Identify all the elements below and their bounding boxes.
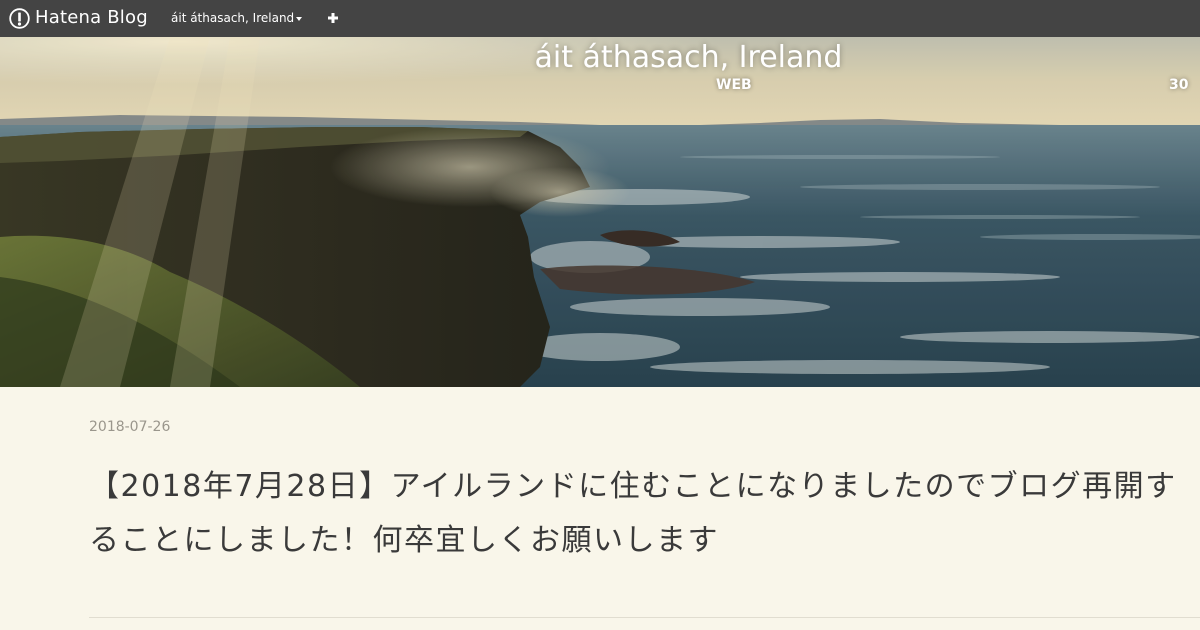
brand-name: Hatena Blog	[35, 7, 148, 28]
plus-icon[interactable]	[325, 9, 341, 27]
blog-header-image: áit áthasach, Ireland WEB 30	[0, 37, 1200, 387]
entry-date[interactable]: 2018-07-26	[89, 419, 170, 435]
blog-title[interactable]: áit áthasach, Ireland	[0, 37, 1200, 79]
entry-divider	[89, 617, 1200, 618]
entry-title[interactable]: 【2018年7月28日】アイルランドに住むことになりましたのでブログ再開すること…	[89, 460, 1200, 568]
blog-switcher-menu[interactable]: áit áthasach, Ireland	[171, 10, 303, 27]
header-corner-text: 30	[1169, 77, 1189, 93]
blog-switcher-label: áit áthasach, Ireland	[171, 11, 295, 25]
blog-description: WEB	[716, 77, 752, 93]
caret-down-icon	[296, 17, 303, 21]
hatena-blog-brand[interactable]: Hatena Blog	[9, 6, 148, 30]
hatena-pen-icon	[9, 7, 30, 29]
cliff-seascape-image	[0, 37, 1200, 387]
top-navigation-bar: Hatena Blog áit áthasach, Ireland	[0, 0, 1200, 37]
